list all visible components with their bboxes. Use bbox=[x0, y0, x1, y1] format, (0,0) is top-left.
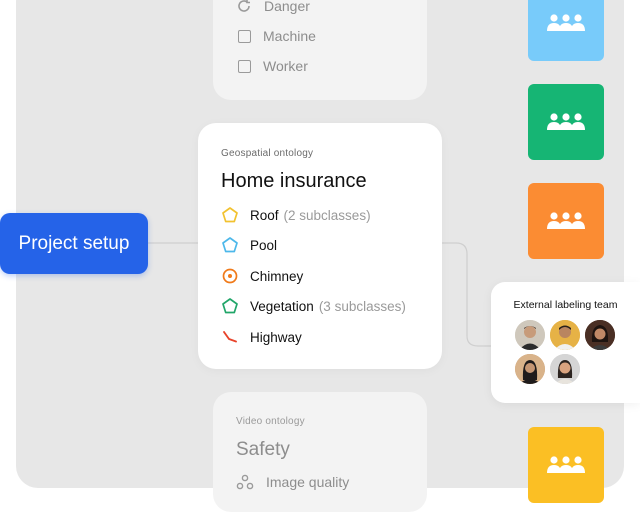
target-circle-icon bbox=[220, 266, 240, 286]
team-tile-yellow[interactable] bbox=[528, 427, 604, 503]
external-team-card[interactable]: External labeling team bbox=[491, 282, 640, 403]
pentagon-outline-icon bbox=[220, 235, 240, 255]
ontology-item-label: Worker bbox=[263, 58, 308, 74]
project-setup-button[interactable]: Project setup bbox=[0, 213, 148, 274]
people-group-icon bbox=[545, 455, 587, 475]
class-label: Pool bbox=[250, 237, 278, 253]
polyline-icon bbox=[220, 327, 240, 347]
ontology-item-danger[interactable]: Danger bbox=[236, 0, 310, 14]
avatar bbox=[550, 320, 580, 350]
team-tile-blue[interactable] bbox=[528, 0, 604, 61]
class-label: Chimney bbox=[250, 268, 304, 284]
people-group-icon bbox=[545, 112, 587, 132]
ontology-subtitle: Geospatial ontology bbox=[221, 148, 314, 159]
team-tile-orange[interactable] bbox=[528, 183, 604, 259]
class-label: Vegetation bbox=[250, 298, 314, 314]
ontology-item-worker[interactable]: Worker bbox=[238, 58, 308, 74]
class-roof[interactable]: Roof (2 subclasses) bbox=[220, 205, 371, 225]
ontology-item-machine[interactable]: Machine bbox=[238, 28, 316, 44]
pentagon-outline-icon bbox=[220, 296, 240, 316]
people-group-icon bbox=[545, 211, 587, 231]
class-chimney[interactable]: Chimney bbox=[220, 266, 303, 286]
video-ontology-card: Video ontology Safety Image quality bbox=[213, 392, 427, 512]
avatar bbox=[585, 320, 615, 350]
top-ontology-card: Danger Machine Worker bbox=[213, 0, 427, 100]
avatar bbox=[550, 354, 580, 384]
avatar bbox=[515, 320, 545, 350]
pentagon-outline-icon bbox=[220, 205, 240, 225]
ontology-subtitle: Video ontology bbox=[236, 416, 305, 427]
ontology-item-label: Danger bbox=[264, 0, 310, 14]
ontology-title: Home insurance bbox=[221, 170, 367, 192]
class-note: (3 subclasses) bbox=[318, 298, 406, 314]
external-team-title: External labeling team bbox=[513, 299, 618, 311]
class-label: Roof bbox=[250, 207, 279, 223]
class-pool[interactable]: Pool bbox=[220, 235, 277, 255]
checkbox-icon bbox=[238, 59, 251, 73]
avatar bbox=[515, 354, 545, 384]
main-ontology-card[interactable]: Geospatial ontology Home insurance Roof … bbox=[198, 123, 442, 369]
class-highway[interactable]: Highway bbox=[220, 327, 302, 347]
class-label: Highway bbox=[250, 329, 302, 345]
class-note: (2 subclasses) bbox=[283, 207, 371, 223]
team-tile-green[interactable] bbox=[528, 84, 604, 160]
ontology-item-label: Machine bbox=[263, 28, 316, 44]
people-group-icon bbox=[545, 13, 587, 33]
ontology-title: Safety bbox=[236, 439, 290, 460]
checkbox-icon bbox=[238, 29, 251, 43]
class-vegetation[interactable]: Vegetation (3 subclasses) bbox=[220, 296, 406, 316]
refresh-icon bbox=[236, 0, 252, 14]
